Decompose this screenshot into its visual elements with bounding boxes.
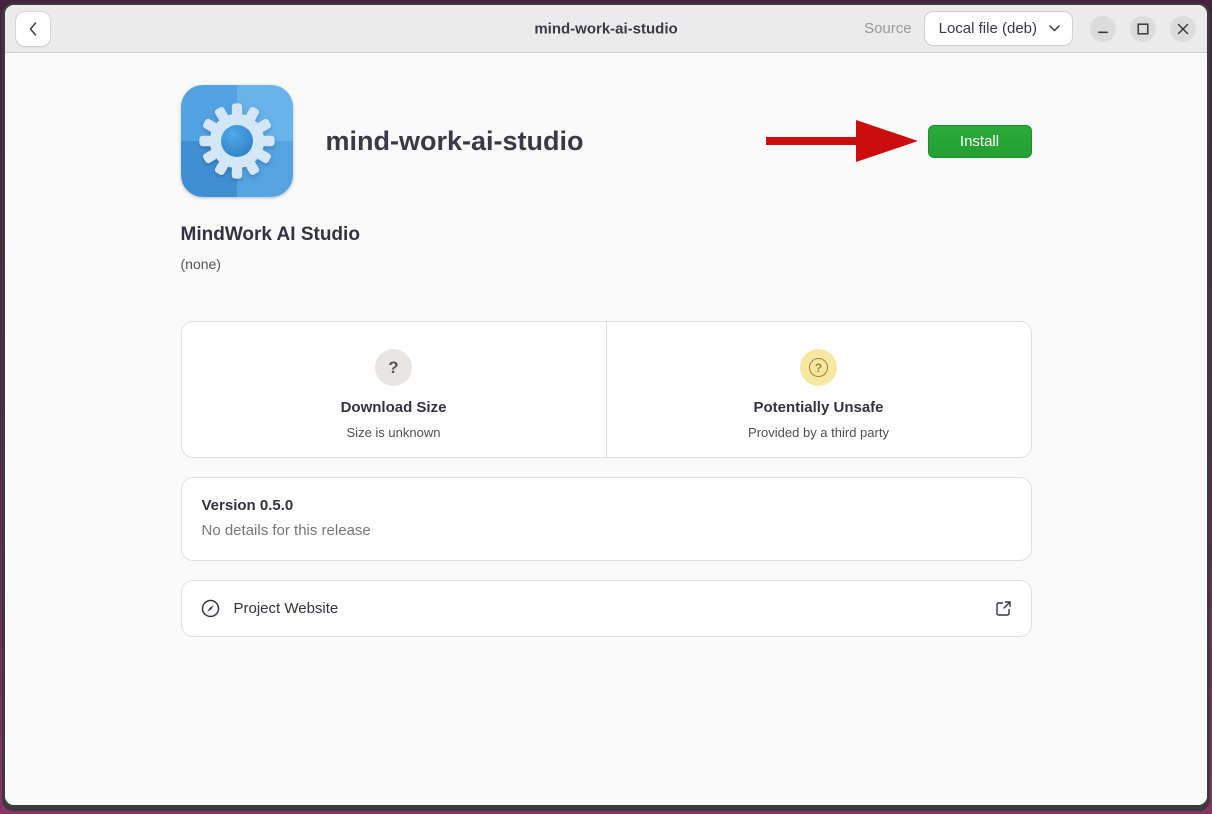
- project-website-row[interactable]: Project Website: [181, 580, 1032, 637]
- source-label: Source: [864, 20, 912, 37]
- external-link-icon: [995, 600, 1012, 617]
- minimize-icon: [1097, 23, 1109, 35]
- titlebar-right: Source Local file (deb): [864, 12, 1196, 45]
- maximize-button[interactable]: [1130, 16, 1156, 42]
- window-controls: [1090, 16, 1196, 42]
- source-dropdown[interactable]: Local file (deb): [925, 12, 1072, 45]
- version-subtitle: No details for this release: [202, 522, 1011, 539]
- back-button[interactable]: [16, 12, 50, 46]
- maximize-icon: [1137, 23, 1149, 35]
- chevron-down-icon: [1049, 25, 1060, 32]
- circled-question-glyph: ?: [809, 358, 828, 377]
- window-inner: mind-work-ai-studio Source Local file (d…: [5, 5, 1207, 805]
- page-column: mind-work-ai-studio Install MindWork AI …: [181, 85, 1032, 637]
- safety-tile[interactable]: ? Potentially Unsafe Provided by a third…: [607, 322, 1031, 457]
- version-card[interactable]: Version 0.5.0 No details for this releas…: [181, 477, 1032, 561]
- tile-subtitle: Size is unknown: [347, 425, 441, 440]
- developer-name: MindWork AI Studio: [181, 224, 1032, 246]
- unsafe-question-badge-icon: ?: [800, 349, 837, 386]
- titlebar: mind-work-ai-studio Source Local file (d…: [5, 5, 1207, 53]
- window-title: mind-work-ai-studio: [534, 20, 677, 37]
- question-mark-badge-icon: ?: [375, 349, 412, 386]
- tile-title: Potentially Unsafe: [753, 399, 883, 416]
- app-icon: [181, 85, 293, 197]
- website-label: Project Website: [234, 600, 339, 617]
- context-bar: ? Download Size Size is unknown ? Potent…: [181, 321, 1032, 458]
- download-size-tile[interactable]: ? Download Size Size is unknown: [182, 322, 606, 457]
- tile-subtitle: Provided by a third party: [748, 425, 889, 440]
- question-glyph: ?: [388, 358, 398, 378]
- app-window: mind-work-ai-studio Source Local file (d…: [2, 3, 1210, 811]
- minimize-button[interactable]: [1090, 16, 1116, 42]
- install-button[interactable]: Install: [928, 125, 1032, 158]
- content-area: mind-work-ai-studio Install MindWork AI …: [5, 53, 1207, 805]
- close-button[interactable]: [1170, 16, 1196, 42]
- app-header: mind-work-ai-studio Install: [181, 85, 1032, 197]
- compass-icon: [201, 599, 220, 618]
- desktop-background: mind-work-ai-studio Source Local file (d…: [0, 0, 1212, 814]
- license-text: (none): [181, 256, 1032, 272]
- app-title: mind-work-ai-studio: [326, 126, 584, 157]
- close-icon: [1177, 23, 1189, 35]
- gear-icon: [197, 101, 277, 181]
- source-dropdown-value: Local file (deb): [939, 20, 1037, 37]
- annotation-arrow-icon: [766, 115, 918, 167]
- back-chevron-icon: [27, 21, 39, 37]
- version-title: Version 0.5.0: [202, 497, 1011, 514]
- tile-title: Download Size: [341, 399, 447, 416]
